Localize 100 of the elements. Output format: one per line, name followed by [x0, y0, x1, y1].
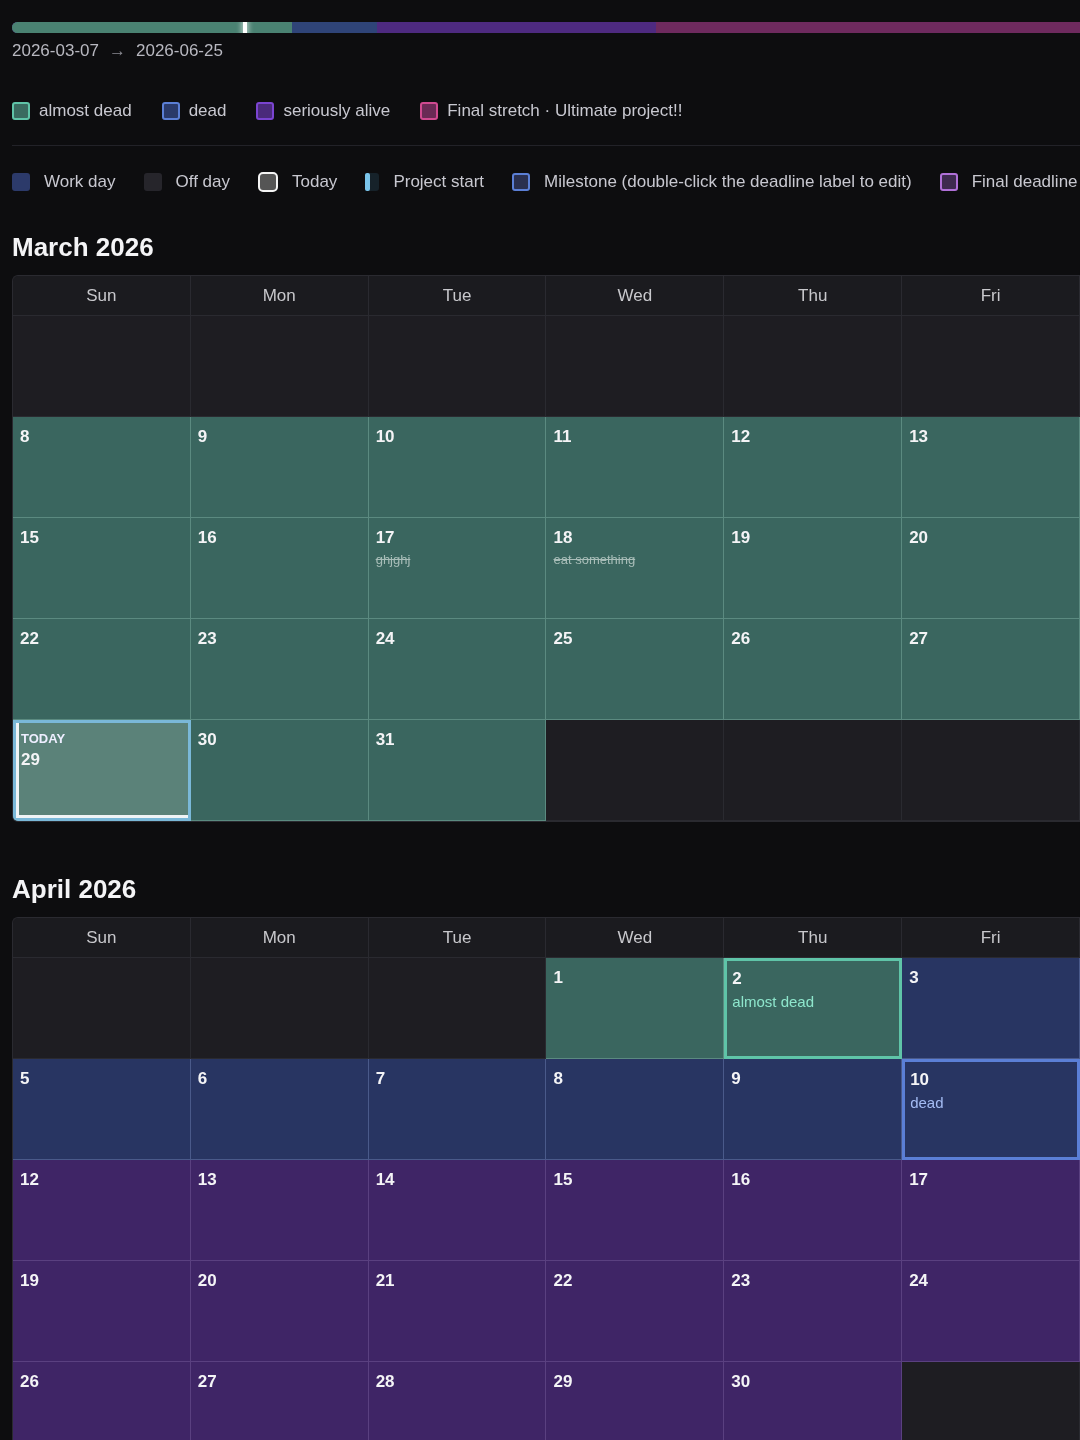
day-cell[interactable]: 3 — [902, 958, 1080, 1059]
day-cell[interactable]: 1 — [546, 958, 725, 1059]
day-cell[interactable]: 17 — [902, 1160, 1080, 1261]
day-number: 13 — [197, 1170, 217, 1190]
day-cell[interactable]: 5 — [13, 1059, 191, 1160]
day-cell[interactable]: 2 almost dead — [724, 958, 903, 1059]
day-number: 15 — [553, 1170, 573, 1190]
day-number: 21 — [375, 1271, 395, 1291]
day-cell[interactable]: 11 — [546, 417, 725, 518]
day-number: 16 — [731, 1170, 751, 1190]
day-cell[interactable]: 31 — [368, 720, 547, 821]
weekday-header: Fri — [902, 276, 1080, 316]
day-number: 11 — [553, 427, 572, 447]
day-cell[interactable]: 30 — [190, 720, 369, 821]
day-cell[interactable]: 19 — [13, 1261, 191, 1362]
today-label: TODAY — [21, 731, 66, 746]
day-cell[interactable]: 16 — [724, 1160, 903, 1261]
day-cell[interactable]: 28 — [368, 1362, 547, 1440]
day-cell[interactable]: 13 — [902, 417, 1080, 518]
day-cell[interactable]: 9 — [724, 1059, 903, 1160]
today-swatch — [258, 172, 278, 192]
legend-label: Final deadline — [971, 172, 1078, 192]
milestone-label[interactable]: almost dead — [732, 993, 815, 1010]
weekday-header: Wed — [546, 276, 725, 316]
day-cell[interactable]: 7 — [368, 1059, 547, 1160]
day-cell[interactable]: 30 — [724, 1362, 903, 1440]
day-cell[interactable]: 10 dead — [902, 1059, 1080, 1160]
day-number: 20 — [909, 528, 929, 548]
day-cell[interactable]: TODAY 29 — [13, 720, 191, 821]
day-number: 2 — [732, 969, 742, 989]
day-number: 27 — [197, 1372, 217, 1392]
day-number: 30 — [197, 730, 217, 750]
milestone-label[interactable]: dead — [910, 1094, 944, 1111]
day-cell[interactable]: 10 — [368, 417, 547, 518]
weekday-header: Tue — [368, 276, 547, 316]
day-number: 14 — [375, 1170, 395, 1190]
day-cell[interactable]: 23 — [724, 1261, 903, 1362]
weekday-header: Mon — [190, 918, 369, 958]
day-number: 20 — [197, 1271, 217, 1291]
day-number: 27 — [909, 629, 929, 649]
weekday-header: Mon — [190, 276, 369, 316]
day-cell[interactable]: 14 — [368, 1160, 547, 1261]
legend-label: Work day — [44, 172, 116, 192]
day-number: 22 — [553, 1271, 573, 1291]
day-cell[interactable]: 19 — [724, 518, 903, 619]
day-cell[interactable]: 20 — [902, 518, 1080, 619]
day-number: 17 — [909, 1170, 929, 1190]
day-cell[interactable]: 26 — [13, 1362, 191, 1440]
day-cell[interactable]: 20 — [190, 1261, 369, 1362]
day-cell[interactable]: 18 eat something — [546, 518, 725, 619]
legend-label: Today — [292, 172, 338, 192]
day-cell[interactable]: 29 — [546, 1362, 725, 1440]
day-number: 30 — [731, 1372, 751, 1392]
project-start-icon — [365, 173, 380, 191]
day-number: 10 — [375, 427, 395, 447]
day-number: 17 — [375, 528, 395, 548]
day-number: 24 — [909, 1271, 929, 1291]
day-number: 26 — [731, 629, 751, 649]
day-number: 1 — [553, 968, 563, 988]
day-cell[interactable]: 23 — [190, 619, 369, 720]
day-cell[interactable]: 25 — [546, 619, 725, 720]
day-cell[interactable]: 16 — [190, 518, 369, 619]
work-day-swatch — [12, 173, 30, 191]
phase-label: Final stretch · Ultimate project!! — [447, 101, 683, 121]
final-deadline-swatch — [939, 173, 958, 191]
day-number: 18 — [553, 528, 573, 548]
month-title: April 2026 — [12, 874, 138, 905]
weekday-header: Fri — [902, 918, 1080, 958]
day-number: 28 — [375, 1372, 395, 1392]
day-cell[interactable]: 26 — [724, 619, 903, 720]
day-cell[interactable]: 22 — [546, 1261, 725, 1362]
day-number: 9 — [197, 427, 208, 447]
day-cell[interactable]: 6 — [190, 1059, 369, 1160]
day-number: 12 — [731, 427, 751, 447]
legend-label: Off day — [175, 172, 230, 192]
day-number: 16 — [197, 528, 217, 548]
day-cell[interactable]: 12 — [13, 1160, 191, 1261]
task-note: eat something — [553, 552, 636, 567]
weekday-header: Thu — [724, 276, 903, 316]
day-cell[interactable]: 24 — [902, 1261, 1080, 1362]
day-cell[interactable]: 13 — [190, 1160, 369, 1261]
day-cell[interactable]: 8 — [13, 417, 191, 518]
day-cell[interactable]: 24 — [368, 619, 547, 720]
day-number: 8 — [20, 427, 30, 447]
day-cell[interactable]: 8 — [546, 1059, 725, 1160]
day-cell[interactable]: 15 — [546, 1160, 725, 1261]
day-cell[interactable]: 12 — [724, 417, 903, 518]
milestone-swatch — [512, 173, 531, 191]
day-number: 10 — [910, 1070, 930, 1090]
day-number: 19 — [731, 528, 751, 548]
legend-label: Milestone (double-click the deadline label to edit) — [544, 172, 912, 192]
day-cell[interactable]: 27 — [190, 1362, 369, 1440]
day-number: 6 — [197, 1069, 208, 1089]
day-cell[interactable]: 15 — [13, 518, 191, 619]
day-cell[interactable]: 17 ghjghj — [368, 518, 547, 619]
day-cell[interactable]: 21 — [368, 1261, 547, 1362]
day-number: 25 — [553, 629, 573, 649]
day-cell[interactable]: 27 — [902, 619, 1080, 720]
day-cell[interactable]: 22 — [13, 619, 191, 720]
day-cell[interactable]: 9 — [190, 417, 369, 518]
